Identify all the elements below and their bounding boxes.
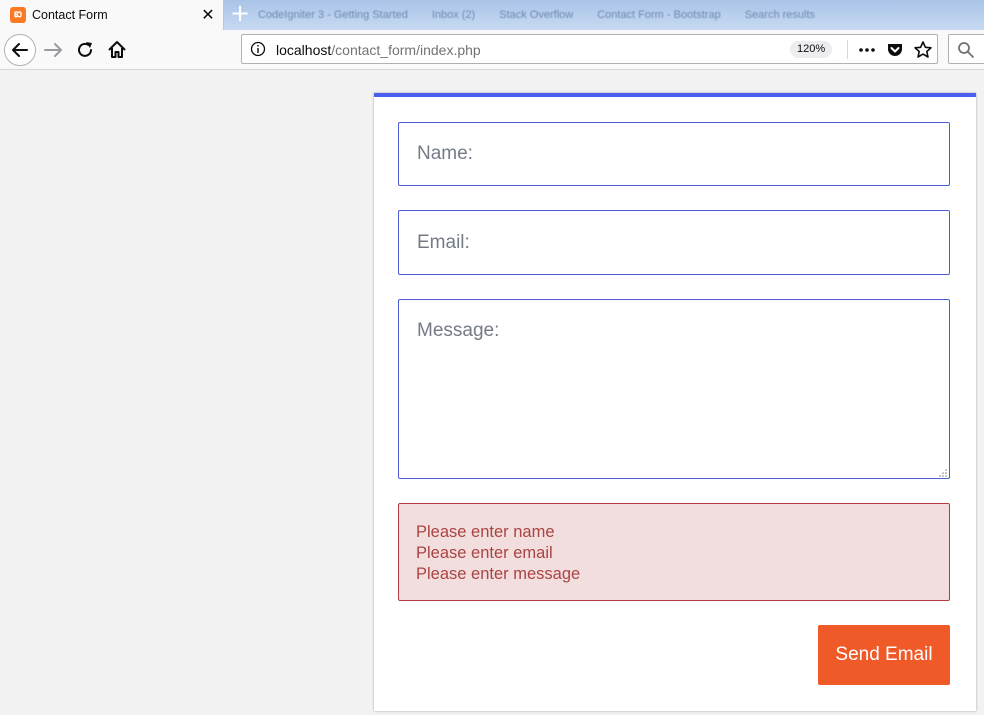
email-input[interactable]	[398, 210, 950, 275]
contact-form-card: Please enter name Please enter email Ple…	[374, 93, 976, 711]
back-arrow-icon	[12, 43, 28, 57]
info-icon[interactable]	[250, 41, 266, 57]
more-actions-icon[interactable]	[857, 40, 877, 60]
message-textarea[interactable]	[398, 299, 950, 479]
error-message: Please enter message	[416, 565, 581, 583]
background-tab[interactable]: Search results	[745, 9, 815, 21]
tab-contact-form[interactable]: ఐ Contact Form ✕	[0, 0, 224, 30]
background-tab[interactable]: CodeIgniter 3 - Getting Started	[258, 9, 408, 21]
home-icon[interactable]	[106, 39, 128, 61]
error-message: Please enter name	[416, 523, 555, 541]
navigation-bar: localhost/contact_form/index.php 120%	[0, 30, 984, 70]
url-text[interactable]: localhost/contact_form/index.php	[276, 42, 481, 58]
resize-handle-icon[interactable]	[938, 468, 948, 478]
send-email-button[interactable]: Send Email	[818, 625, 950, 685]
close-tab-icon[interactable]: ✕	[197, 5, 219, 25]
search-bar[interactable]	[948, 34, 984, 64]
background-tab[interactable]: Inbox (2)	[432, 9, 475, 21]
tab-strip: ఐ Contact Form ✕ + CodeIgniter 3 - Getti…	[0, 0, 984, 30]
divider	[847, 40, 848, 59]
search-icon	[958, 42, 974, 58]
name-input[interactable]	[398, 122, 950, 186]
url-host: localhost	[276, 42, 332, 58]
error-message: Please enter email	[416, 544, 553, 562]
new-tab-button[interactable]: +	[226, 0, 254, 28]
background-tab[interactable]: Contact Form - Bootstrap	[597, 9, 721, 21]
pocket-icon[interactable]	[885, 40, 905, 60]
back-button[interactable]	[4, 34, 36, 66]
zoom-level-badge[interactable]: 120%	[790, 41, 833, 58]
error-alert: Please enter name Please enter email Ple…	[398, 503, 950, 601]
address-bar[interactable]: localhost/contact_form/index.php 120%	[241, 34, 938, 64]
url-path: /contact_form/index.php	[331, 42, 481, 58]
bookmark-star-icon[interactable]	[913, 40, 933, 60]
tab-title: Contact Form	[32, 8, 108, 22]
forward-arrow-icon[interactable]	[42, 39, 64, 61]
background-tabs: CodeIgniter 3 - Getting Started Inbox (2…	[258, 0, 984, 30]
background-tab[interactable]: Stack Overflow	[499, 9, 573, 21]
xampp-icon: ఐ	[10, 7, 26, 23]
reload-icon[interactable]	[74, 39, 96, 61]
